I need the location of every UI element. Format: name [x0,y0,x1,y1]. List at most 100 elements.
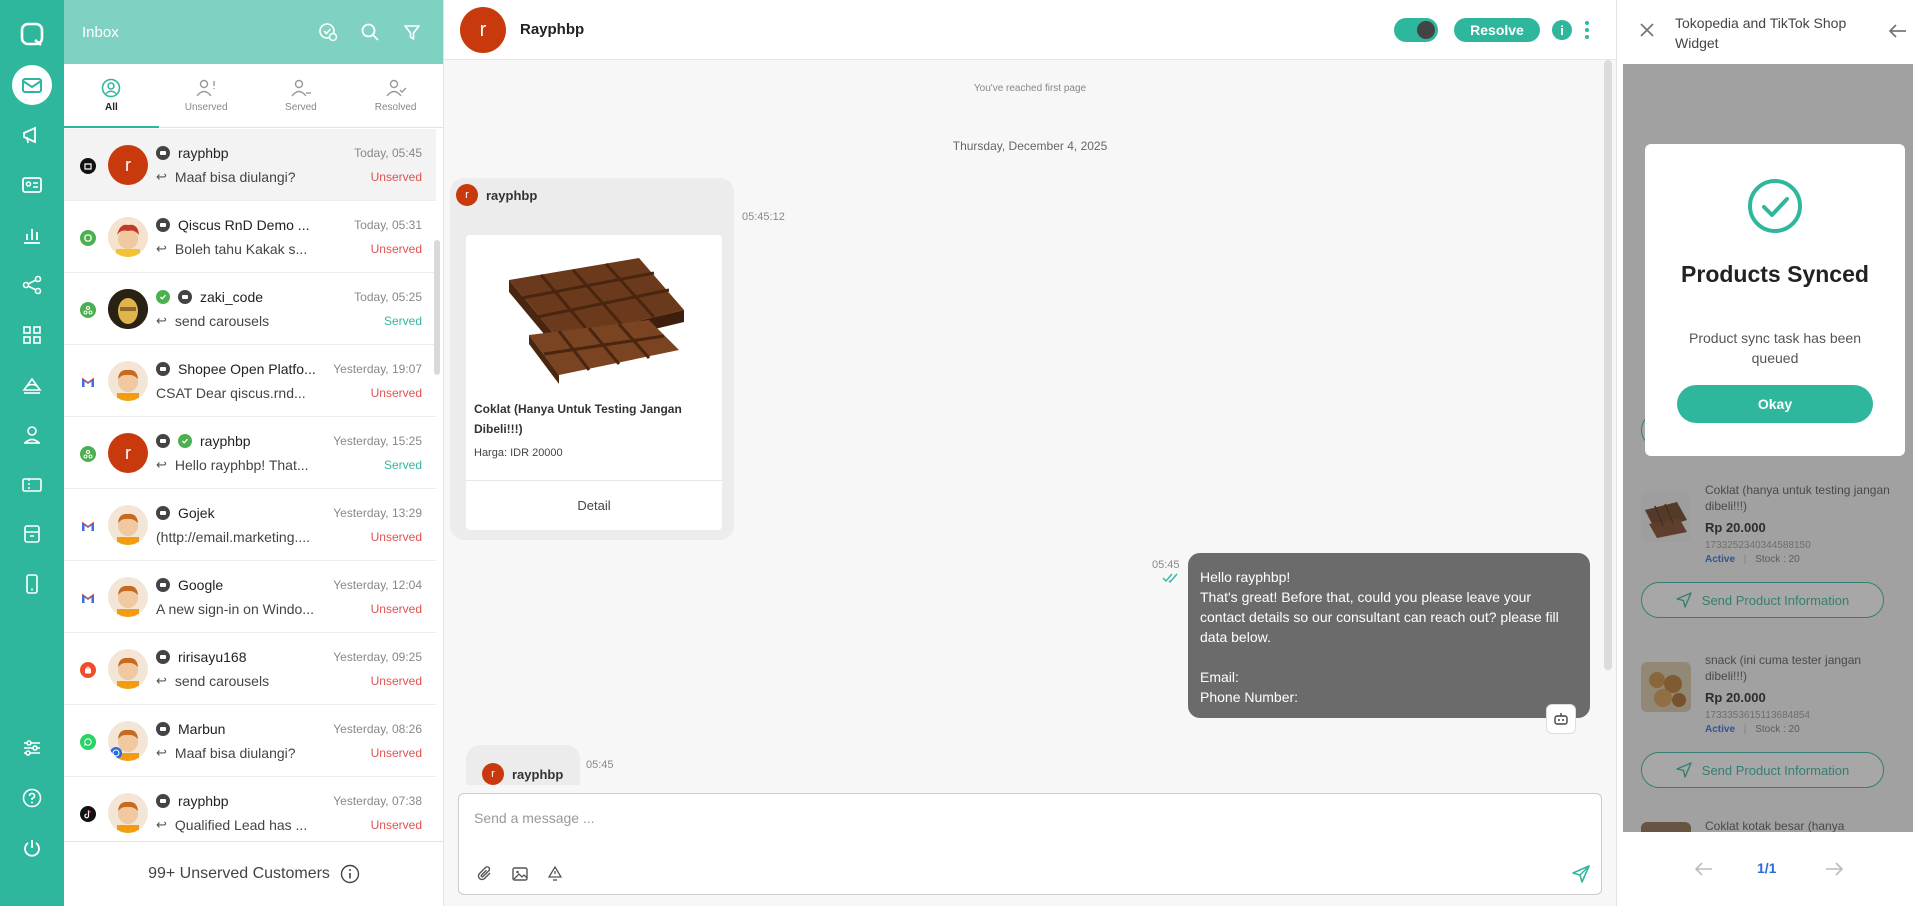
apps-grid-icon[interactable] [12,315,52,355]
agent-icon[interactable] [12,415,52,455]
gmail-channel-icon [80,590,96,606]
detail-button[interactable]: Detail [466,480,722,530]
help-icon[interactable] [12,778,52,818]
modal-overlay[interactable]: Products Synced Product sync task has be… [1623,64,1913,832]
robot-badge-icon [156,218,170,232]
user-circle-icon [102,78,121,98]
conversation-item[interactable]: Marbun Yesterday, 08:26 ↩ Maaf bisa diul… [64,705,436,777]
close-icon[interactable] [1637,20,1657,40]
conversation-item[interactable]: zaki_code Today, 05:25 ↩ send carousels … [64,273,436,345]
integration-icon[interactable] [12,265,52,305]
widget-title: Tokopedia and TikTok Shop Widget [1675,15,1847,51]
info-icon[interactable] [340,864,360,884]
inbox-scrollbar[interactable] [434,240,440,375]
widget-panel: Tokopedia and TikTok Shop Widget Send Pr… [1616,0,1919,906]
inbox-panel: Inbox All Unserved Served Resolved r ray… [64,0,444,906]
mobile-icon[interactable] [12,564,52,604]
template-icon[interactable] [545,864,565,884]
status-badge: Served [383,458,422,472]
message-line: That's great! Before that, could you ple… [1200,589,1559,645]
robot-badge-icon [156,794,170,808]
tiktok-shop-channel-icon [80,158,96,174]
conversation-item[interactable]: Shopee Open Platfo... Yesterday, 19:07 C… [64,345,436,417]
unserved-count-footer[interactable]: 99+ Unserved Customers [64,841,444,906]
message-time: 05:45:12 [742,211,785,223]
resolve-button[interactable]: Resolve [1454,18,1540,42]
analytics-icon[interactable] [12,215,52,255]
conversation-preview: A new sign-in on Windo... [156,601,314,617]
conversation-item[interactable]: Google Yesterday, 12:04 A new sign-in on… [64,561,436,633]
conversation-time: Yesterday, 09:25 [333,650,422,664]
webhook-channel-icon [80,302,96,318]
conversation-list: r rayphbp Today, 05:45 ↩ Maaf bisa diula… [64,129,436,841]
tab-unserved-label: Unserved [184,102,228,113]
status-badge: Unserved [370,818,422,832]
tab-resolved[interactable]: Resolved [348,64,443,127]
status-badge: Unserved [370,242,422,256]
bot-toggle[interactable] [1394,18,1438,42]
robot-badge-icon [156,722,170,736]
broadcast-icon[interactable] [12,115,52,155]
inbox-icon[interactable] [12,65,52,105]
arrow-left-icon[interactable] [1887,20,1909,42]
contact-avatar[interactable]: r [460,7,506,53]
check-circle-icon [1747,178,1803,237]
inbox-tabs: All Unserved Served Resolved [64,64,443,128]
contact-name[interactable]: Rayphbp [520,21,584,38]
read-receipt-icon [1162,572,1180,587]
sender-name: rayphbp [512,766,564,782]
conversation-name: Google [178,577,224,593]
bulk-resolve-icon[interactable] [316,20,340,44]
settings-sliders-icon[interactable] [12,728,52,768]
prev-page-icon[interactable] [1693,858,1715,880]
next-page-icon[interactable] [1823,858,1845,880]
qiscus-logo-icon[interactable] [12,14,52,54]
contacts-icon[interactable] [12,165,52,205]
reply-arrow-icon: ↩ [156,241,167,256]
gmail-channel-icon [80,374,96,390]
avatar [108,289,148,329]
tab-all[interactable]: All [64,64,159,128]
bot-icon[interactable] [12,365,52,405]
search-icon[interactable] [358,20,382,44]
inbox-header: Inbox [64,0,443,64]
pagination: 1/1 [1617,840,1919,896]
send-icon[interactable] [1569,862,1593,886]
conversation-time: Yesterday, 07:38 [333,794,422,808]
product-price: Harga: IDR 20000 [474,447,563,459]
conversation-preview: Maaf bisa diulangi? [174,169,296,185]
tab-served[interactable]: Served [254,64,349,127]
robot-badge-icon [156,506,170,520]
message-time: 05:45 [1152,559,1180,571]
conversation-item[interactable]: r rayphbp Today, 05:45 ↩ Maaf bisa diula… [64,129,436,201]
conversation-name: rayphbp [178,793,229,809]
chat-scrollbar[interactable] [1604,60,1612,670]
robot-badge-icon [178,290,192,304]
conversation-item[interactable]: rayphbp Yesterday, 07:38 ↩ Qualified Lea… [64,777,436,841]
attachment-icon[interactable] [475,864,495,884]
conversation-item[interactable]: Qiscus RnD Demo ... Today, 05:31 ↩ Boleh… [64,201,436,273]
conversation-item[interactable]: Gojek Yesterday, 13:29 (http://email.mar… [64,489,436,561]
ticket-icon[interactable] [12,465,52,505]
conversation-preview: Hello rayphbp! That... [174,457,309,473]
message-input[interactable] [474,810,1574,826]
conversation-item[interactable]: ririsayu168 Yesterday, 09:25 ↩ send caro… [64,633,436,705]
incoming-message: r rayphbp [466,745,580,785]
robot-badge-icon [156,362,170,376]
message-line: Phone Number: [1200,689,1299,705]
filter-icon[interactable] [400,20,424,44]
power-icon[interactable] [12,828,52,868]
conversation-item[interactable]: r rayphbp Yesterday, 15:25 ↩ Hello rayph… [64,417,436,489]
conversation-time: Yesterday, 13:29 [333,506,422,520]
more-options-icon[interactable] [1580,18,1594,42]
status-badge: Unserved [370,530,422,544]
image-icon[interactable] [510,864,530,884]
info-icon[interactable]: i [1552,20,1572,40]
tab-unserved[interactable]: Unserved [159,64,254,127]
robot-badge-icon [156,578,170,592]
user-alert-icon [196,79,215,97]
okay-button[interactable]: Okay [1677,385,1873,423]
storage-icon[interactable] [12,514,52,554]
served-check-icon [156,290,170,304]
nav-rail [0,0,64,906]
